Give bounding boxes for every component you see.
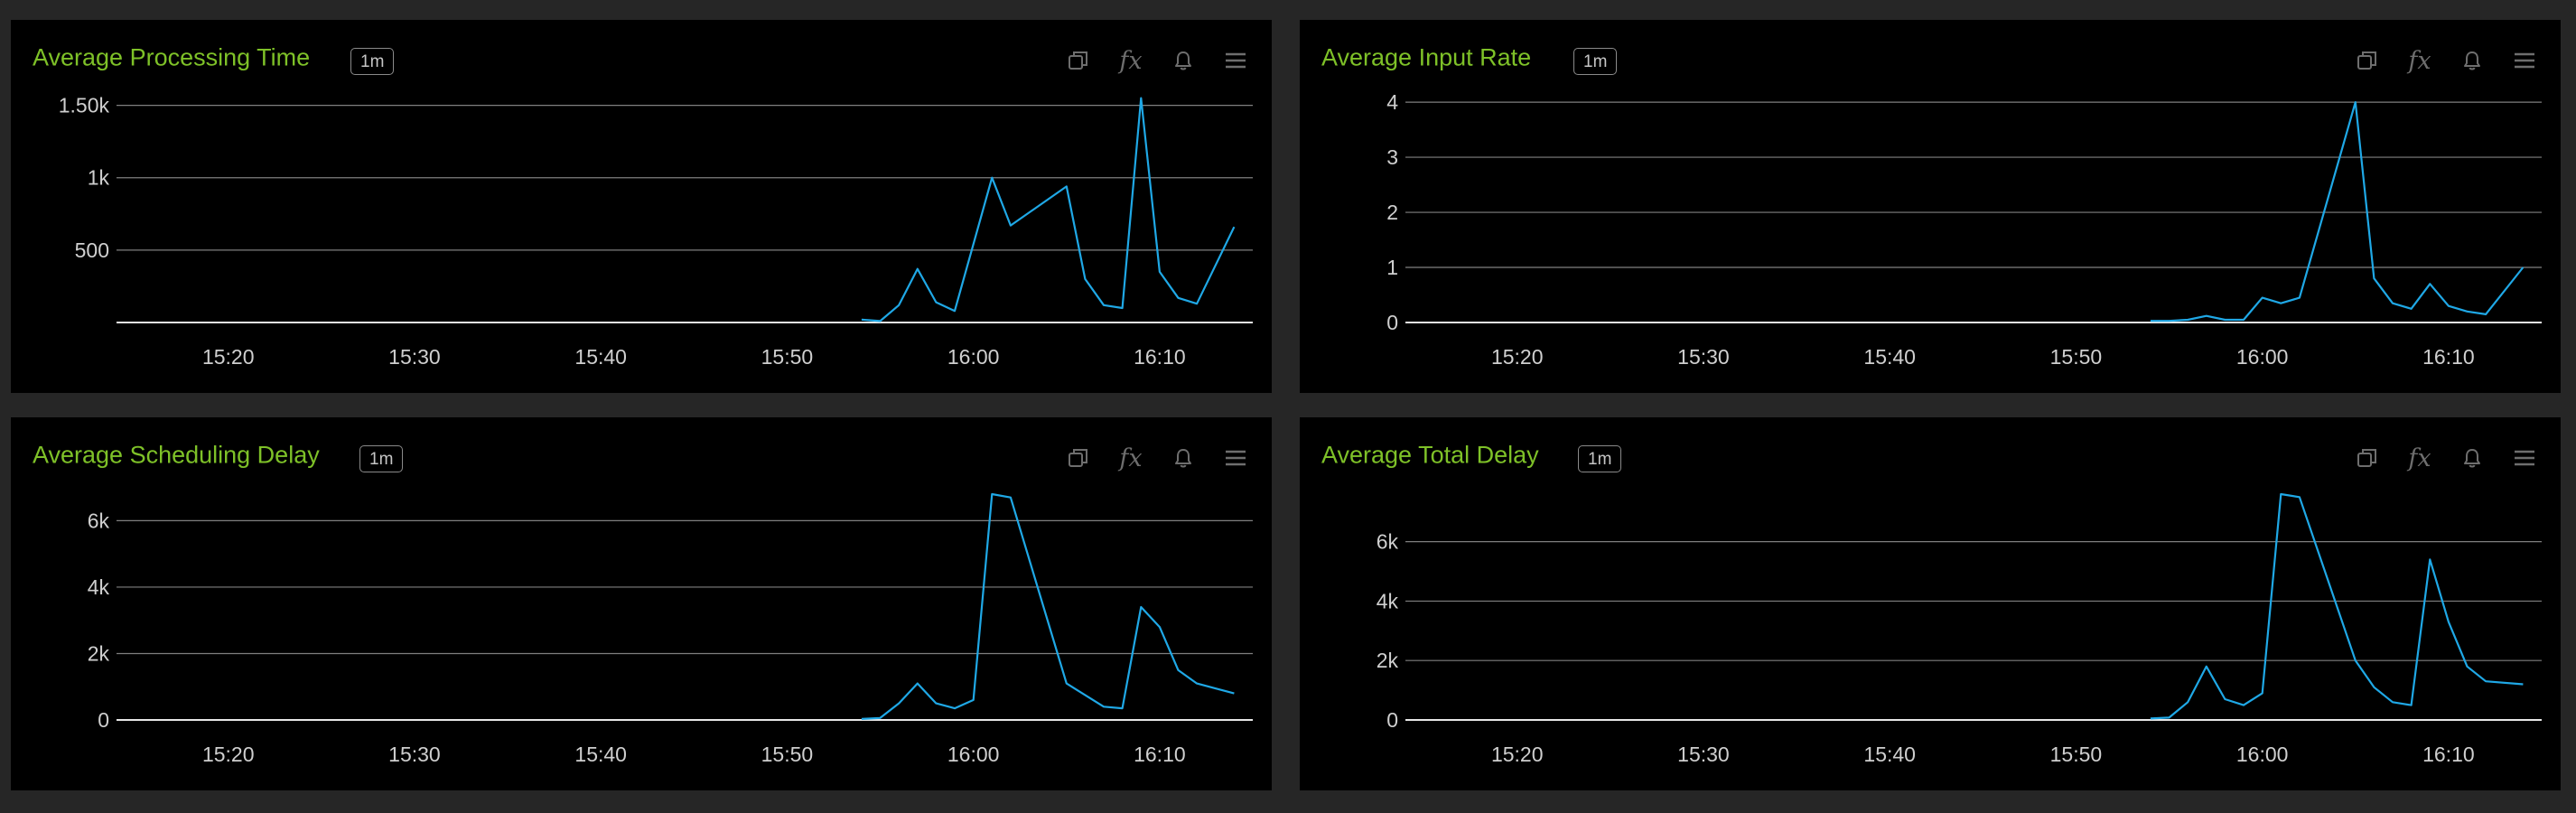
x-tick-label: 15:20	[202, 345, 255, 369]
line-chart: 500 1k 1.50k 15:20 15:30 15:40 15:50 16:00 16:10	[59, 94, 1253, 369]
panel-average-total-delay: Average Total Delay 1m fx 0 2k 4k 6k 15:20 15…	[1300, 417, 2561, 790]
y-tick-label: 2	[1386, 201, 1398, 224]
y-tick-label: 1.50k	[59, 94, 110, 117]
x-tick-label: 15:30	[388, 743, 441, 766]
line-chart: 0 2k 4k 6k 15:20 15:30 15:40 15:50 16:00 16:10	[88, 492, 1253, 766]
y-tick-label: 0	[1386, 311, 1398, 334]
x-tick-label: 16:00	[947, 743, 1000, 766]
x-tick-label: 15:50	[2050, 743, 2103, 766]
line-chart: 0 1 2 3 4 15:20 15:30 15:40 15:50 16:00 16:10	[1386, 90, 2542, 369]
line-chart: 0 2k 4k 6k 15:20 15:30 15:40 15:50 16:00 16:10	[1377, 492, 2542, 766]
x-tick-label: 16:10	[1134, 743, 1186, 766]
panel-average-scheduling-delay: Average Scheduling Delay 1m fx 0 2k 4k 6k 15…	[11, 417, 1272, 790]
x-tick-label: 15:50	[761, 345, 814, 369]
y-tick-label: 4k	[88, 575, 110, 599]
x-tick-label: 16:00	[2236, 743, 2289, 766]
series-line[interactable]	[861, 492, 1235, 720]
y-tick-label: 6k	[1377, 530, 1399, 554]
y-tick-label: 4k	[1377, 589, 1399, 612]
x-tick-label: 15:50	[2050, 345, 2103, 369]
series-line[interactable]	[2150, 492, 2524, 720]
x-tick-label: 16:10	[1134, 345, 1186, 369]
x-tick-label: 15:40	[1863, 743, 1916, 766]
y-tick-label: 500	[75, 238, 109, 262]
y-tick-label: 4	[1386, 90, 1398, 114]
x-tick-label: 16:00	[947, 345, 1000, 369]
panel-average-processing-time: Average Processing Time 1m fx 500 1k 1.50k…	[11, 20, 1272, 393]
x-tick-label: 15:20	[1491, 743, 1544, 766]
x-tick-label: 15:40	[574, 743, 627, 766]
x-tick-label: 15:40	[1863, 345, 1916, 369]
y-tick-label: 6k	[88, 509, 110, 532]
x-tick-label: 16:00	[2236, 345, 2289, 369]
y-tick-label: 2k	[88, 641, 110, 665]
x-tick-label: 15:30	[1677, 743, 1730, 766]
series-line[interactable]	[2150, 100, 2525, 322]
x-tick-label: 16:10	[2422, 345, 2475, 369]
x-tick-label: 15:20	[1491, 345, 1544, 369]
series-line[interactable]	[861, 97, 1236, 322]
y-tick-label: 3	[1386, 145, 1398, 169]
y-tick-label: 1k	[88, 166, 110, 190]
y-tick-label: 2k	[1377, 649, 1399, 672]
dashboard-grid: Average Processing Time 1m fx 500 1k 1.50k…	[0, 0, 2576, 813]
x-tick-label: 16:10	[2422, 743, 2475, 766]
y-tick-label: 1	[1386, 256, 1398, 279]
y-tick-label: 0	[98, 708, 109, 732]
x-tick-label: 15:50	[761, 743, 814, 766]
y-tick-label: 0	[1386, 708, 1398, 732]
x-tick-label: 15:20	[202, 743, 255, 766]
x-tick-label: 15:30	[1677, 345, 1730, 369]
x-tick-label: 15:30	[388, 345, 441, 369]
x-tick-label: 15:40	[574, 345, 627, 369]
panel-average-input-rate: Average Input Rate 1m fx 0 1 2 3 4 15:20 15:30…	[1300, 20, 2561, 393]
